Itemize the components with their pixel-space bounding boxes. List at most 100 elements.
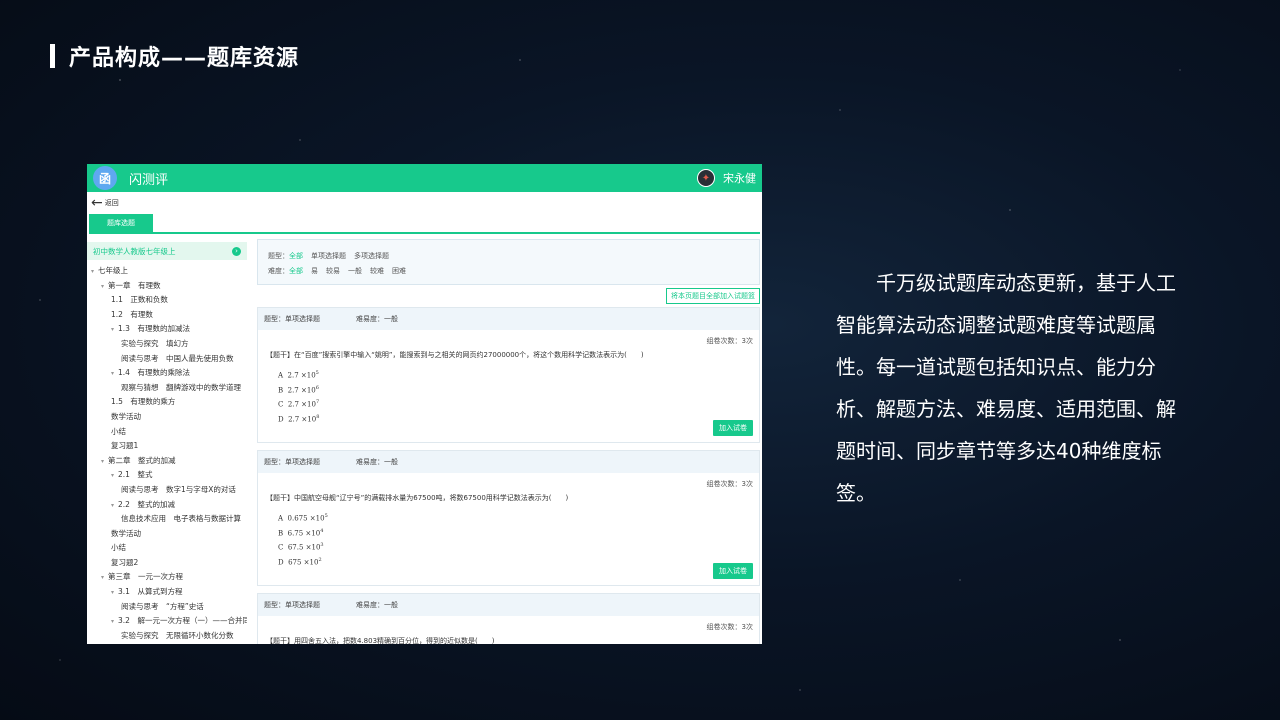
chapter-sidebar: 初中数学人教版七年级上 › ▾ 七年级上 ▾ 第一章 有理数 1.1 正数和负数 1.2 …	[87, 236, 247, 644]
tree-item-label: 3.2 解一元一次方程（一）——合并同类项与移项	[118, 616, 247, 626]
tree-item[interactable]: 1.1 正数和负数	[87, 293, 247, 308]
question-header: 题型：单项选择题 难易度：一般	[258, 451, 759, 473]
type-filter-option[interactable]: 单项选择题	[311, 251, 346, 261]
question-option: D 675 ×102	[278, 553, 751, 568]
question-option: C 2.7 ×107	[278, 395, 751, 410]
tree-item[interactable]: ▾ 1.3 有理数的加减法	[87, 322, 247, 337]
option-value: 675 ×10	[288, 557, 319, 566]
tree-item[interactable]: 小结	[87, 425, 247, 440]
option-letter: A	[278, 371, 284, 380]
difficulty-filter-option[interactable]: 一般	[348, 266, 362, 276]
tree-item[interactable]: 1.5 有理数的乘方	[87, 395, 247, 410]
tree-item-label: 第二章 整式的加减	[108, 455, 176, 465]
difficulty-filter-option[interactable]: 全部	[289, 266, 303, 276]
option-letter: A	[278, 514, 284, 523]
type-filter-option[interactable]: 全部	[289, 251, 303, 261]
option-exponent: 8	[316, 413, 320, 420]
tree-item-label: 2.2 整式的加减	[118, 499, 175, 509]
caret-down-icon: ▾	[111, 472, 115, 480]
question-difficulty: 难易度：一般	[356, 601, 398, 609]
app-header: 函 闪测评 ✦ 宋永健	[87, 164, 762, 192]
grade-label: 初中数学人教版七年级上	[93, 246, 176, 256]
caret-down-icon: ▾	[111, 501, 115, 509]
question-option: D 2.7 ×108	[278, 410, 751, 425]
add-to-paper-button[interactable]: 加入试卷	[713, 420, 753, 436]
tree-item[interactable]: ▾ 3.1 从算式到方程	[87, 585, 247, 600]
tree-item-label: 阅读与思考 中国人最先使用负数	[121, 353, 234, 363]
tree-item[interactable]: ▾ 七年级上	[87, 264, 247, 279]
tree-item[interactable]: 1.2 有理数	[87, 308, 247, 323]
option-exponent: 7	[315, 399, 320, 405]
tree-item[interactable]: ▾ 第三章 一元一次方程	[87, 570, 247, 585]
tree-item-label: 实验与探究 填幻方	[121, 338, 189, 348]
question-stem: 【题干】用四舍五入法，把数4.803精确到百分位，得到的近似数是( )	[266, 637, 495, 644]
question-option: B 2.7 ×106	[278, 381, 751, 396]
question-options: A 0.675 ×105 B 6.75 ×104 C 67.5 ×103 D 675 …	[266, 509, 751, 567]
tree-item[interactable]: 阅读与思考 “方程”史话	[87, 600, 247, 615]
tab-question-bank[interactable]: 题库选题	[89, 214, 153, 232]
option-exponent: 4	[320, 527, 324, 534]
tree-item[interactable]: 实验与探究 无限循环小数化分数	[87, 629, 247, 644]
tree-item[interactable]: ▾3.2 解一元一次方程（一）——合并同类项与移项	[87, 614, 247, 629]
tree-item[interactable]: ▾ 2.2 整式的加减	[87, 498, 247, 513]
back-button[interactable]: ← 返回	[87, 192, 762, 214]
difficulty-filter-option[interactable]: 较易	[326, 266, 340, 276]
option-exponent: 2	[318, 556, 322, 563]
caret-down-icon: ▾	[111, 326, 115, 334]
caret-down-icon: ▾	[111, 589, 115, 597]
tree-item[interactable]: ▾ 第一章 有理数	[87, 279, 247, 294]
caret-down-icon: ▾	[101, 457, 105, 465]
grade-selector[interactable]: 初中数学人教版七年级上 ›	[87, 242, 247, 260]
tree-item[interactable]: 阅读与思考 中国人最先使用负数	[87, 352, 247, 367]
user-avatar[interactable]: ✦	[697, 169, 715, 187]
type-filter: 题型： 全部 单项选择题 多项选择题	[268, 248, 749, 263]
tree-item[interactable]: 阅读与思考 数字1与字母X的对话	[87, 483, 247, 498]
difficulty-filter-label: 难度：	[268, 266, 289, 275]
chapter-tree: ▾ 七年级上 ▾ 第一章 有理数 1.1 正数和负数 1.2 有理数 ▾ 1.3 有理数的加减…	[87, 260, 247, 643]
question-stem: 【题干】在“百度”搜索引擎中输入“姚明”，能搜索到与之相关的网页约2700000…	[266, 351, 644, 359]
tree-item[interactable]: 数学活动	[87, 410, 247, 425]
tree-item[interactable]: ▾ 第二章 整式的加减	[87, 454, 247, 469]
slide-description: 千万级试题库动态更新，基于人工智能算法动态调整试题难度等试题属性。每一道试题包括…	[836, 271, 1176, 505]
tree-item[interactable]: 信息技术应用 电子表格与数据计算	[87, 512, 247, 527]
tree-item[interactable]: ▾ 2.1 整式	[87, 468, 247, 483]
assemble-count: 组卷次数：3次	[706, 480, 753, 488]
arrow-left-icon: ←	[91, 195, 103, 211]
tree-item[interactable]: 数学活动	[87, 527, 247, 542]
tree-item-label: 1.1 正数和负数	[111, 295, 168, 305]
tree-item-label: 复习题2	[111, 557, 139, 567]
option-value: 67.5 ×10	[287, 543, 321, 552]
question-card: 题型：单项选择题 难易度：一般 组卷次数：3次 【题干】用四舍五入法，把数4.803精…	[257, 593, 760, 644]
tree-item[interactable]: ▾ 1.4 有理数的乘除法	[87, 366, 247, 381]
tree-item[interactable]: 观察与猜想 翻牌游戏中的数学道理	[87, 381, 247, 396]
option-letter: D	[278, 557, 284, 566]
username[interactable]: 宋永健	[723, 170, 756, 186]
tree-item[interactable]: 小结	[87, 541, 247, 556]
back-label: 返回	[104, 199, 119, 207]
caret-down-icon: ▾	[111, 618, 115, 626]
tree-item[interactable]: 实验与探究 填幻方	[87, 337, 247, 352]
option-letter: D	[278, 414, 284, 423]
tree-item-label: 3.1 从算式到方程	[118, 587, 183, 597]
type-filter-option[interactable]: 多项选择题	[354, 251, 389, 261]
slide-title: 产品构成——题库资源	[50, 40, 299, 72]
difficulty-filter-option[interactable]: 困难	[392, 266, 406, 276]
option-value: 0.675 ×10	[287, 514, 325, 523]
app-screenshot: 函 闪测评 ✦ 宋永健 ← 返回 题库选题 初中数学人教版七年级上 › ▾ 七年级…	[87, 164, 762, 644]
question-list: 题型：单项选择题 难易度：一般组卷次数：3次 【题干】在“百度”搜索引擎中输入“姚明…	[257, 307, 760, 644]
difficulty-filter-option[interactable]: 较难	[370, 266, 384, 276]
caret-down-icon: ▾	[101, 282, 105, 290]
add-to-paper-button[interactable]: 加入试卷	[713, 563, 753, 579]
tree-item-label: 阅读与思考 数字1与字母X的对话	[121, 484, 236, 494]
type-filter-label: 题型：	[268, 251, 289, 260]
option-exponent: 6	[315, 384, 319, 391]
question-difficulty: 难易度：一般	[356, 458, 398, 466]
add-all-to-basket-button[interactable]: 将本页题目全部加入试题篮	[666, 288, 760, 304]
option-exponent: 5	[315, 370, 319, 376]
caret-down-icon: ▾	[91, 268, 95, 275]
tree-item[interactable]: 复习题2	[87, 556, 247, 571]
question-option: A 0.675 ×105	[278, 509, 751, 524]
tree-item[interactable]: 复习题1	[87, 439, 247, 454]
caret-down-icon: ▾	[101, 574, 105, 582]
difficulty-filter-option[interactable]: 易	[311, 266, 318, 276]
